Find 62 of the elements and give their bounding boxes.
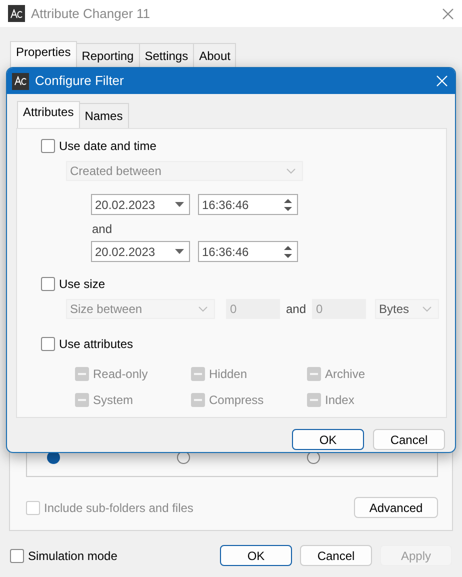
date-value: 20.02.2023 bbox=[95, 196, 156, 214]
dash-icon bbox=[194, 373, 202, 375]
dialog-button[interactable]: OK bbox=[220, 545, 292, 566]
app-logo-icon bbox=[8, 5, 25, 22]
checkbox[interactable] bbox=[191, 367, 205, 381]
tab[interactable]: About bbox=[193, 43, 236, 68]
tab[interactable]: Attributes bbox=[17, 101, 80, 128]
date-value: 20.02.2023 bbox=[95, 244, 156, 260]
spin-icon bbox=[284, 198, 292, 212]
advanced-button[interactable]: Advanced bbox=[354, 497, 438, 518]
checkbox-label: Use date and time bbox=[59, 138, 156, 155]
and-label: and bbox=[92, 221, 112, 238]
checkbox-label: Compress bbox=[209, 392, 264, 409]
checkbox-label: Hidden bbox=[209, 366, 248, 383]
checkbox[interactable] bbox=[41, 139, 55, 153]
checkbox[interactable] bbox=[75, 393, 89, 407]
chevron-icon bbox=[286, 168, 296, 174]
caret-icon bbox=[175, 202, 184, 207]
tab[interactable]: Names bbox=[78, 103, 129, 128]
and-label: and bbox=[286, 301, 306, 318]
time-field[interactable]: 16:36:46 bbox=[198, 194, 298, 215]
checkbox-label: Simulation mode bbox=[28, 548, 118, 564]
close-icon[interactable] bbox=[442, 8, 454, 20]
window-title: Attribute Changer 11 bbox=[31, 4, 150, 23]
checkbox[interactable] bbox=[10, 548, 24, 562]
time-field[interactable]: 16:36:46 bbox=[198, 241, 298, 262]
dash-icon bbox=[310, 399, 318, 401]
time-value: 16:36:46 bbox=[202, 196, 249, 214]
dropdown-value: Size between bbox=[70, 301, 142, 318]
checkbox-label: Use size bbox=[59, 276, 106, 293]
caret-icon bbox=[175, 249, 184, 254]
checkbox-label: Archive bbox=[325, 366, 366, 383]
dropdown-value: Created between bbox=[70, 163, 162, 180]
checkbox[interactable] bbox=[307, 393, 321, 407]
checkbox[interactable] bbox=[307, 367, 321, 381]
chevron-icon bbox=[198, 306, 208, 312]
dash-icon bbox=[194, 399, 202, 401]
checkbox[interactable] bbox=[41, 337, 55, 351]
checkbox[interactable] bbox=[41, 277, 55, 291]
date-picker[interactable]: 20.02.2023 bbox=[91, 241, 190, 262]
checkbox-label: Include sub-folders and files bbox=[44, 500, 194, 516]
dropdown[interactable]: Bytes bbox=[375, 299, 440, 319]
dropdown-value: Bytes bbox=[379, 301, 410, 318]
date-picker[interactable]: 20.02.2023 bbox=[91, 194, 190, 215]
checkbox-label: System bbox=[93, 392, 134, 409]
checkbox-label: Use attributes bbox=[59, 336, 134, 353]
dialog-button[interactable]: Cancel bbox=[300, 545, 372, 566]
chevron-icon bbox=[422, 306, 432, 312]
checkbox[interactable] bbox=[191, 393, 205, 407]
checkbox[interactable] bbox=[75, 367, 89, 381]
dialog-button[interactable]: Cancel bbox=[373, 429, 445, 450]
dialog-button[interactable]: OK bbox=[292, 429, 364, 450]
dash-icon bbox=[78, 399, 86, 401]
dash-icon bbox=[310, 373, 318, 375]
dialog-title: Configure Filter bbox=[35, 72, 124, 90]
app-logo-icon bbox=[12, 72, 29, 90]
dash-icon bbox=[78, 373, 86, 375]
spin-icon bbox=[284, 244, 292, 258]
checkbox-label: Index bbox=[325, 392, 354, 409]
checkbox-label: Read-only bbox=[93, 366, 148, 383]
time-value: 16:36:46 bbox=[202, 244, 249, 260]
tab[interactable]: Properties bbox=[10, 41, 77, 68]
